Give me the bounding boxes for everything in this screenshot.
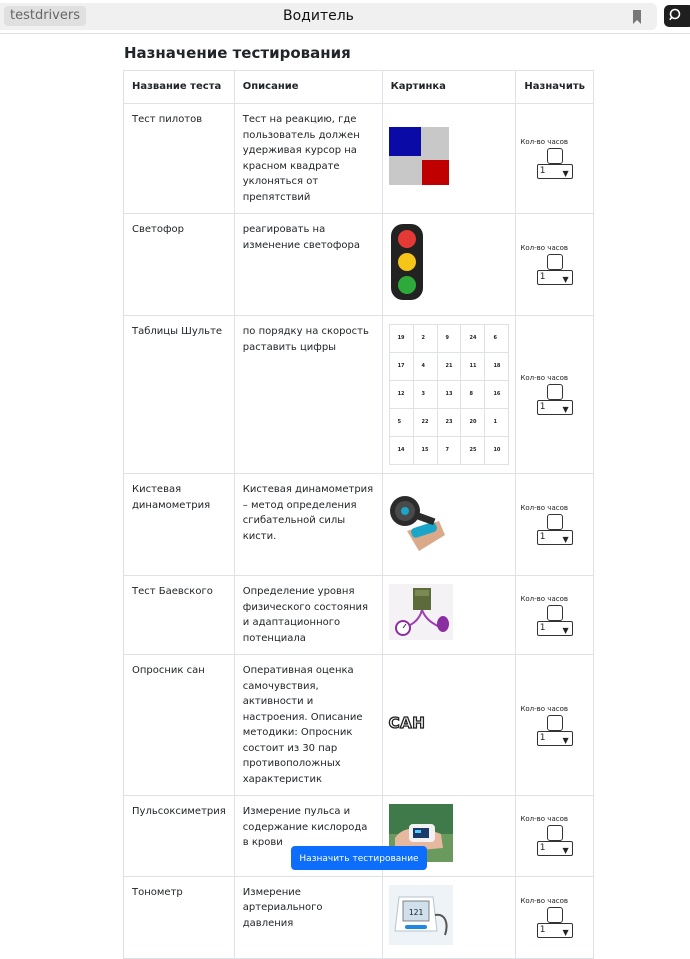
chevron-down-icon: ▼	[562, 169, 569, 178]
hours-checkbox[interactable]	[546, 825, 563, 842]
test-name: Кистевая динамометрия	[123, 473, 235, 576]
hours-select[interactable]: 1 ▼	[536, 164, 573, 179]
hours-checkbox[interactable]	[546, 604, 563, 621]
hours-label: Кол-во часов	[520, 815, 568, 824]
chevron-down-icon: ▼	[562, 846, 569, 856]
hours-select[interactable]: 1 ▼	[536, 730, 573, 746]
chevron-down-icon: ▼	[562, 405, 569, 414]
hours-value: 1	[539, 402, 546, 412]
hours-checkbox[interactable]	[546, 148, 563, 164]
header-name: Название теста	[123, 70, 235, 104]
hours-select[interactable]: 1 ▼	[536, 400, 573, 415]
hours-value: 1	[539, 732, 546, 743]
chevron-down-icon: ▼	[562, 735, 569, 745]
table-row: Кистевая динамометрия Кистевая динамомет…	[123, 473, 594, 576]
search-icon	[669, 8, 681, 21]
hours-value: 1	[539, 166, 546, 176]
hours-select[interactable]: 1 ▼	[536, 922, 573, 938]
san-text-image: САН	[388, 714, 426, 733]
page-title: Назначение тестирования	[124, 44, 351, 62]
hours-select[interactable]: 1 ▼	[536, 841, 573, 857]
hours-checkbox[interactable]	[546, 384, 563, 400]
site-brand[interactable]: testdrivers	[4, 6, 86, 26]
hours-value: 1	[539, 843, 546, 854]
sphygmomanometer-image	[388, 584, 453, 641]
test-name: Светофор	[123, 213, 235, 316]
test-name: Тест Баевского	[123, 575, 235, 655]
test-name: Опросник сан	[123, 654, 235, 796]
test-description: Кистевая динамометрия – метод определени…	[233, 473, 383, 576]
table-row: Тест Баевского Определение уровня физиче…	[123, 575, 594, 655]
hours-value: 1	[539, 924, 546, 935]
test-name: Тест пилотов	[123, 103, 235, 214]
test-name: Тонометр	[123, 875, 235, 959]
schulte-table-image: 19 2 9 24 6 17 4 21 11 18 12 3 13 8 16 5 22 23 20 1 14 15…	[388, 324, 510, 465]
table-row: Тонометр Измерение артериального давлени…	[123, 875, 594, 959]
chevron-down-icon: ▼	[562, 275, 569, 284]
test-description: Измерение артериального давления	[233, 875, 383, 959]
table-header-row: Название теста Описание Картинка Назначи…	[123, 70, 594, 104]
header-assign: Назначить	[515, 70, 594, 104]
assign-testing-button[interactable]: Назначить тестирование	[291, 846, 427, 870]
hours-label: Кол-во часов	[520, 504, 568, 512]
bookmark-icon[interactable]	[630, 9, 644, 25]
hours-checkbox[interactable]	[546, 714, 563, 731]
chevron-down-icon: ▼	[562, 535, 569, 544]
page-header-title: Водитель	[283, 8, 354, 24]
hours-label: Кол-во часов	[520, 704, 568, 713]
test-description: Тест на реакцию, где пользователь должен…	[233, 103, 383, 214]
hours-value: 1	[539, 532, 546, 542]
hours-label: Кол-во часов	[520, 374, 568, 382]
table-row: Опросник сан Оперативная оценка самочувс…	[123, 654, 594, 796]
hours-label: Кол-во часов	[520, 244, 568, 252]
tests-table: Название теста Описание Картинка Назначи…	[123, 70, 594, 959]
hours-select[interactable]: 1 ▼	[536, 530, 573, 545]
search-button[interactable]	[664, 5, 690, 27]
hours-value: 1	[539, 272, 546, 282]
test-name: Таблицы Шульте	[123, 315, 235, 474]
hours-checkbox[interactable]	[546, 254, 563, 270]
table-row: Тест пилотов Тест на реакцию, где пользо…	[123, 103, 594, 214]
tonometer-image: 121	[388, 884, 453, 945]
table-row: Светофор реагировать на изменение светоф…	[123, 213, 594, 316]
test-description: Определение уровня физического состояния…	[233, 575, 383, 655]
header-picture: Картинка	[381, 70, 517, 104]
test-description: по порядку на скорость раставить цифры	[233, 315, 383, 474]
test-name: Пульсоксиметрия	[123, 795, 235, 877]
test-description: Оперативная оценка самочувствия, активно…	[233, 654, 383, 796]
chevron-down-icon: ▼	[562, 927, 569, 937]
pilot-test-image	[388, 126, 449, 185]
table-row: Таблицы Шульте по порядку на скорость ра…	[123, 315, 594, 474]
hours-label: Кол-во часов	[520, 594, 568, 603]
tonometer-reading: 121	[408, 908, 423, 917]
hours-checkbox[interactable]	[546, 514, 563, 530]
traffic-light-image	[390, 223, 423, 300]
hours-checkbox[interactable]	[546, 906, 563, 923]
hours-label: Кол-во часов	[520, 138, 568, 146]
header-description: Описание	[233, 70, 383, 104]
hours-value: 1	[539, 622, 546, 633]
test-description: реагировать на изменение светофора	[233, 213, 383, 316]
browser-toolbar: testdrivers Водитель	[0, 0, 690, 34]
hours-select[interactable]: 1 ▼	[536, 270, 573, 285]
hours-label: Кол-во часов	[520, 896, 568, 905]
dynamometer-image	[389, 495, 445, 551]
chevron-down-icon: ▼	[562, 625, 569, 635]
hours-select[interactable]: 1 ▼	[536, 620, 573, 636]
